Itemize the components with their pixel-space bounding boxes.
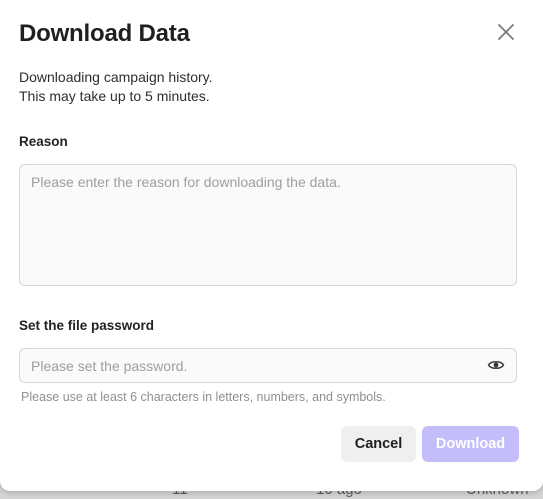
password-label: Set the file password xyxy=(19,318,155,333)
reason-textarea[interactable] xyxy=(20,165,516,285)
reason-field-container xyxy=(19,164,517,286)
password-input[interactable] xyxy=(20,349,480,382)
description-line: Downloading campaign history. xyxy=(19,69,213,85)
cancel-button[interactable]: Cancel xyxy=(341,426,416,462)
download-data-dialog: Download Data Downloading campaign histo… xyxy=(0,0,543,491)
dialog-title: Download Data xyxy=(19,20,190,47)
password-hint: Please use at least 6 characters in lett… xyxy=(21,390,386,404)
close-button[interactable] xyxy=(495,21,517,43)
dialog-description: Downloading campaign history. This may t… xyxy=(19,68,213,106)
reason-label: Reason xyxy=(19,134,68,149)
show-password-toggle[interactable] xyxy=(487,358,505,372)
download-button[interactable]: Download xyxy=(422,426,519,462)
password-field-container xyxy=(19,348,517,383)
close-icon xyxy=(498,24,514,40)
eye-icon xyxy=(487,360,505,370)
description-line: This may take up to 5 minutes. xyxy=(19,88,210,104)
